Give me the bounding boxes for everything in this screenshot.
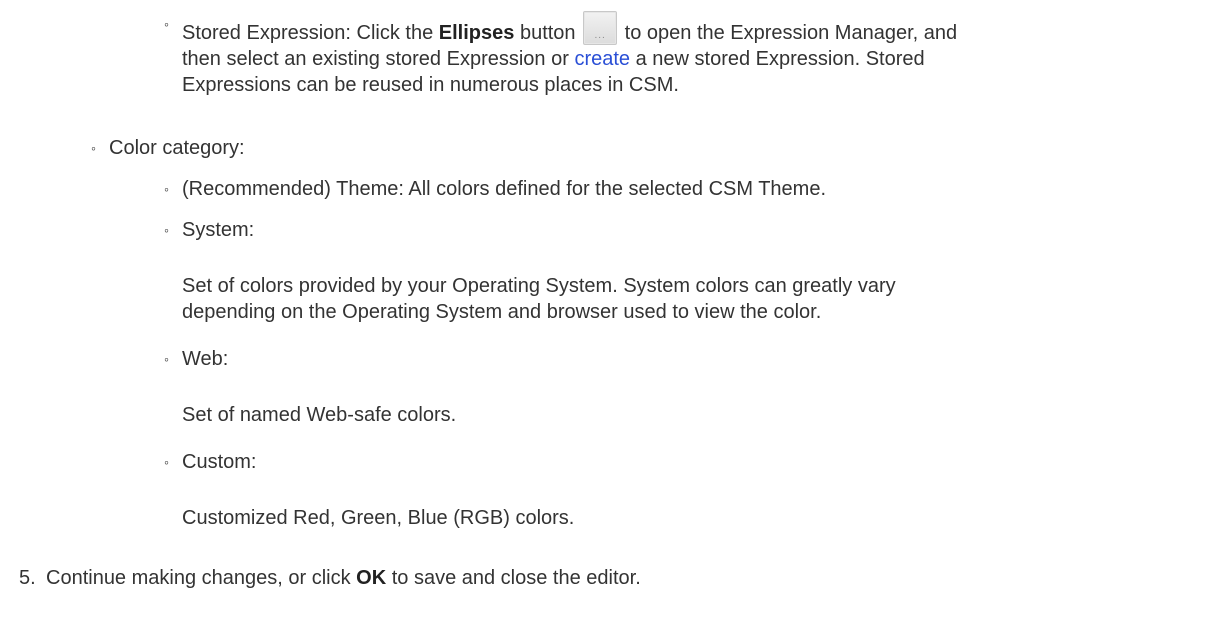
system-description: Set of colors provided by your Operating…: [182, 275, 896, 323]
web-label: Web:: [182, 348, 229, 370]
stored-expression-line-2: then select an existing stored Expressio…: [182, 48, 925, 70]
ellipses-button-name: Ellipses: [438, 22, 515, 44]
ok-button-name: OK: [356, 567, 387, 589]
step-5-text: Continue making changes, or click OK to …: [46, 567, 641, 589]
list-bullet: ◦: [164, 222, 169, 238]
list-bullet: ◦: [91, 140, 96, 156]
stored-expression-line-3: Expressions can be reused in numerous pl…: [182, 74, 679, 96]
color-category-label: Color category:: [109, 137, 245, 159]
list-bullet: ◦: [164, 181, 169, 197]
list-bullet: ◦: [164, 454, 169, 470]
theme-item: (Recommended) Theme: All colors defined …: [182, 178, 827, 200]
system-label: System:: [182, 219, 255, 241]
ellipses-button-icon: ...: [583, 11, 618, 45]
stored-expression-line-1: Stored Expression: Click the Ellipses bu…: [182, 11, 957, 46]
list-bullet: ◦: [164, 16, 169, 32]
step-5-number: 5.: [19, 567, 36, 589]
list-bullet: ◦: [164, 351, 169, 367]
stored-expression-item: Stored Expression: Click the Ellipses bu…: [182, 11, 957, 98]
web-description: Set of named Web-safe colors.: [182, 404, 457, 426]
custom-description: Customized Red, Green, Blue (RGB) colors…: [182, 507, 575, 529]
custom-label: Custom:: [182, 451, 257, 473]
create-link[interactable]: create: [574, 48, 630, 70]
